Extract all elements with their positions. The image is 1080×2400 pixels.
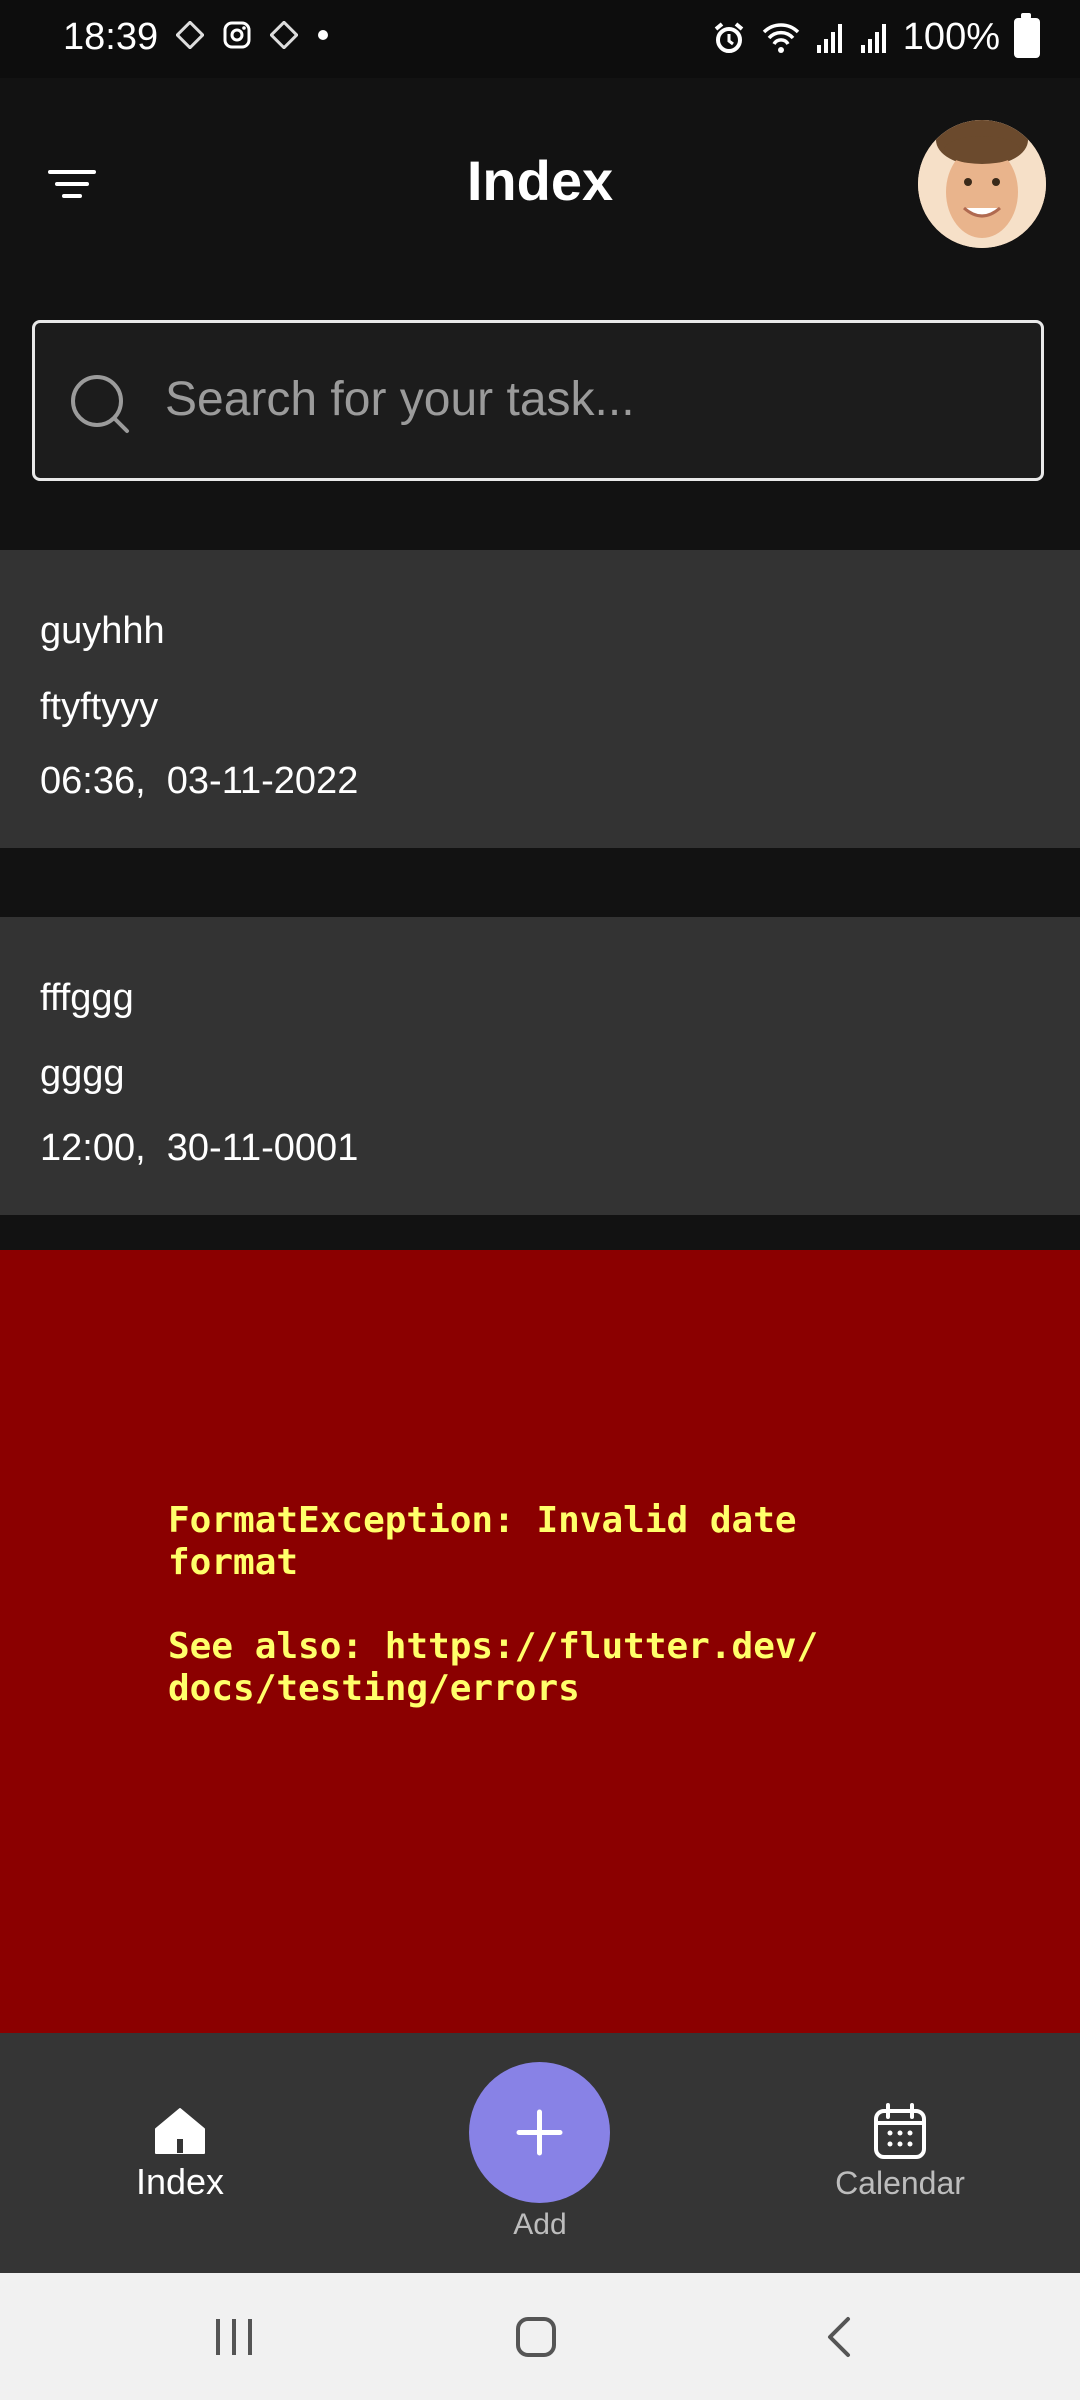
- diamond-app-icon: [176, 21, 204, 49]
- system-navigation-bar: [0, 2273, 1080, 2400]
- plus-icon: [516, 2109, 563, 2156]
- search-placeholder: Search for your task...: [165, 373, 635, 426]
- dot-icon: [318, 30, 328, 40]
- error-message: FormatException: Invalid date format See…: [168, 1500, 819, 1709]
- status-right: 100%: [711, 12, 1040, 59]
- task-description: ftyftyyy: [40, 686, 159, 728]
- home-button-icon[interactable]: [512, 2313, 560, 2361]
- task-card[interactable]: fffggg gggg 12:00, 30-11-0001: [0, 917, 1080, 1215]
- search-icon: [71, 375, 129, 433]
- calendar-icon[interactable]: [872, 2101, 928, 2161]
- battery-percent: 100%: [902, 16, 1000, 58]
- bottom-navigation: Index Add Calendar: [0, 2033, 1080, 2273]
- task-datetime: 12:00, 30-11-0001: [40, 1127, 359, 1169]
- status-left-icons: [176, 20, 330, 50]
- instagram-icon: [223, 21, 251, 49]
- nav-calendar-label[interactable]: Calendar: [820, 2165, 980, 2202]
- task-description: gggg: [40, 1053, 125, 1095]
- signal-icon: [860, 23, 886, 53]
- task-card[interactable]: guyhhh ftyftyyy 06:36, 03-11-2022: [0, 550, 1080, 848]
- signal-icon: [816, 23, 842, 53]
- alarm-icon: [714, 21, 744, 53]
- recent-apps-icon[interactable]: [210, 2315, 258, 2359]
- home-icon[interactable]: [152, 2105, 208, 2157]
- task-title: guyhhh: [40, 610, 165, 652]
- nav-index-label[interactable]: Index: [120, 2161, 240, 2203]
- wifi-icon: [762, 22, 800, 53]
- add-button[interactable]: [469, 2062, 610, 2203]
- avatar-face-icon: [918, 120, 1046, 248]
- error-panel: FormatException: Invalid date format See…: [0, 1250, 1080, 2033]
- status-bar: 18:39 100%: [0, 0, 1080, 78]
- search-input[interactable]: Search for your task...: [32, 320, 1044, 481]
- battery-icon: [1014, 12, 1040, 58]
- back-icon[interactable]: [820, 2313, 860, 2361]
- nav-add-label[interactable]: Add: [490, 2208, 590, 2242]
- avatar[interactable]: [918, 120, 1046, 248]
- task-datetime: 06:36, 03-11-2022: [40, 760, 359, 802]
- task-title: fffggg: [40, 977, 134, 1019]
- diamond-app-icon: [270, 21, 298, 49]
- status-time: 18:39: [63, 16, 159, 58]
